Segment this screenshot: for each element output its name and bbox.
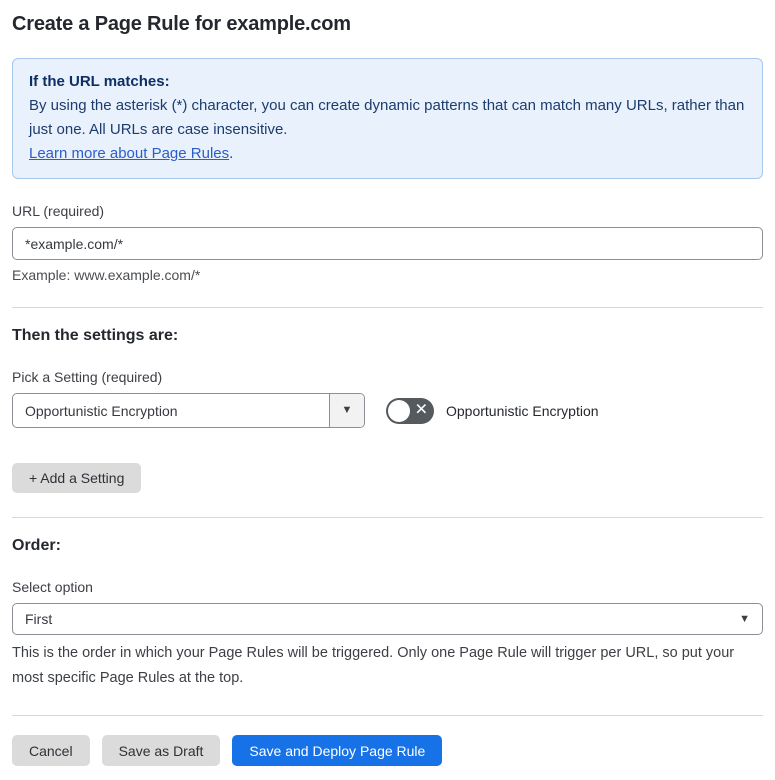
url-matches-info-box: If the URL matches: By using the asteris…: [12, 58, 763, 179]
link-period: .: [229, 145, 234, 162]
order-section-heading: Order:: [12, 537, 61, 554]
save-and-deploy-button[interactable]: Save and Deploy Page Rule: [232, 735, 443, 766]
setting-select[interactable]: Opportunistic Encryption ▼: [12, 393, 365, 428]
footer-actions: Cancel Save as Draft Save and Deploy Pag…: [12, 735, 763, 766]
order-select-value: First: [25, 611, 53, 627]
toggle-knob: [388, 399, 410, 422]
chevron-down-icon: ▼: [341, 404, 353, 416]
info-box-link-line: Learn more about Page Rules.: [29, 142, 746, 166]
learn-more-link[interactable]: Learn more about Page Rules: [29, 145, 229, 162]
order-select[interactable]: First ▼: [12, 603, 763, 635]
toggle-label: Opportunistic Encryption: [446, 402, 599, 419]
url-example-text: Example: www.example.com/*: [12, 267, 201, 283]
setting-toggle-wrap: ✕ Opportunistic Encryption: [386, 397, 599, 424]
order-select-label: Select option: [12, 579, 93, 595]
save-as-draft-button[interactable]: Save as Draft: [101, 735, 221, 766]
toggle-off-x-icon: ✕: [414, 401, 428, 419]
setting-select-value: Opportunistic Encryption: [25, 402, 178, 419]
section-divider: [12, 517, 763, 518]
add-setting-button[interactable]: + Add a Setting: [12, 463, 142, 493]
settings-section-heading: Then the settings are:: [12, 327, 179, 344]
chevron-down-icon: ▼: [739, 612, 750, 625]
cancel-button[interactable]: Cancel: [12, 735, 90, 766]
url-field-label: URL (required): [12, 203, 105, 219]
order-help-text: This is the order in which your Page Rul…: [12, 645, 735, 686]
opportunistic-encryption-toggle[interactable]: ✕: [386, 397, 434, 424]
url-input[interactable]: [12, 227, 763, 260]
info-box-body: By using the asterisk (*) character, you…: [29, 97, 745, 138]
page-rule-form: Create a Page Rule for example.com If th…: [0, 0, 775, 780]
pick-setting-label: Pick a Setting (required): [12, 369, 163, 385]
section-divider: [12, 307, 763, 308]
footer-divider: [12, 715, 763, 716]
setting-select-arrow-button[interactable]: ▼: [329, 394, 364, 427]
page-title: Create a Page Rule for example.com: [12, 13, 351, 35]
setting-row: Opportunistic Encryption ▼ ✕ Opportunist…: [12, 393, 763, 428]
info-box-heading: If the URL matches:: [29, 73, 170, 90]
